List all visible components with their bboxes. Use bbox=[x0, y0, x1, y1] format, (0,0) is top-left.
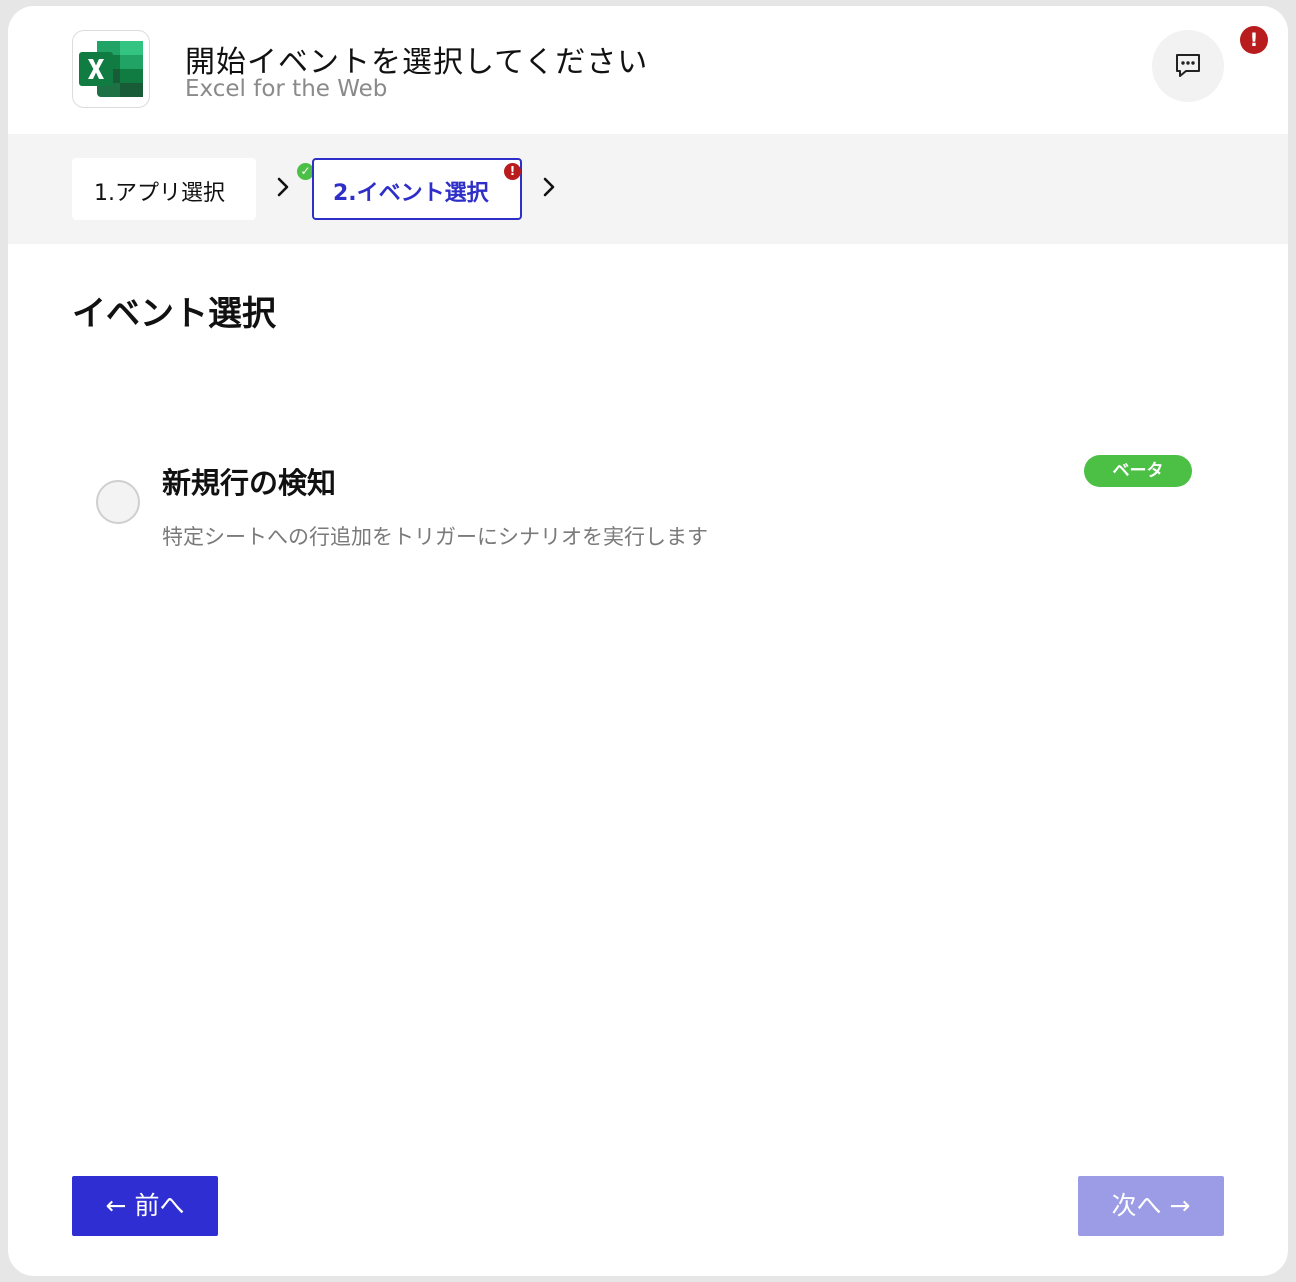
beta-badge: ベータ bbox=[1084, 455, 1192, 487]
chevron-right-icon bbox=[543, 177, 555, 197]
chat-button[interactable] bbox=[1152, 30, 1224, 102]
dialog-header: 開始イベントを選択してください Excel for the Web ! bbox=[8, 6, 1288, 134]
app-name: Excel for the Web bbox=[185, 76, 388, 102]
event-select-dialog: 開始イベントを選択してください Excel for the Web ! 1.アプ… bbox=[8, 6, 1288, 1276]
chevron-right-icon bbox=[277, 177, 289, 197]
event-radio[interactable] bbox=[96, 480, 140, 524]
alert-icon: ! bbox=[1240, 26, 1268, 54]
step-app-select[interactable]: 1.アプリ選択 ✓ bbox=[72, 158, 314, 220]
step-label: 1.アプリ選択 bbox=[94, 181, 225, 206]
step-label: 2.イベント選択 bbox=[333, 181, 489, 206]
event-option-new-row[interactable]: 新規行の検知 特定シートへの行追加をトリガーにシナリオを実行します ベータ bbox=[88, 446, 1208, 576]
event-name: 新規行の検知 bbox=[162, 466, 337, 500]
event-description: 特定シートへの行追加をトリガーにシナリオを実行します bbox=[162, 525, 708, 549]
section-title: イベント選択 bbox=[72, 294, 276, 334]
page-title: 開始イベントを選択してください bbox=[185, 45, 649, 80]
chat-bubble-icon bbox=[1176, 54, 1200, 77]
step-event-select[interactable]: 2.イベント選択 ! bbox=[312, 158, 522, 220]
step-navigation: 1.アプリ選択 ✓ 2.イベント選択 ! bbox=[8, 134, 1288, 244]
excel-icon bbox=[72, 30, 150, 108]
prev-button[interactable]: ← 前へ bbox=[72, 1176, 218, 1236]
error-icon: ! bbox=[504, 163, 521, 180]
next-button[interactable]: 次へ → bbox=[1078, 1176, 1224, 1236]
